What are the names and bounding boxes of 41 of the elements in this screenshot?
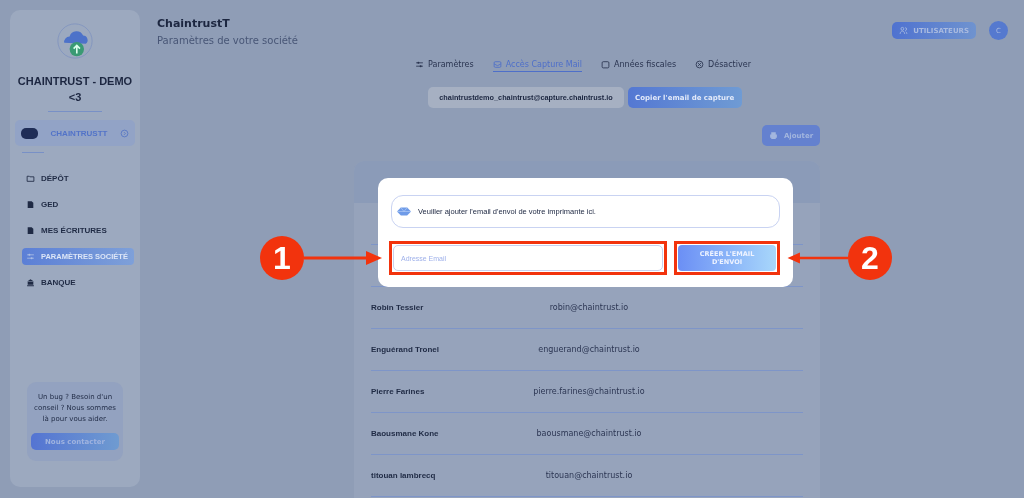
bank-icon — [26, 278, 35, 287]
table-cell-text: Enguérand Tronel — [371, 345, 440, 354]
nav-item[interactable]: DÉPÔT — [22, 170, 73, 187]
cancel-icon — [695, 60, 705, 69]
tab[interactable]: Accès Capture Mail — [492, 60, 583, 72]
printer-icon — [768, 131, 778, 140]
table-cell-text: titouan@chaintrust.io — [544, 471, 634, 480]
tab[interactable]: Désactiver — [695, 60, 751, 72]
table-cell-text: baousmane@chaintrust.io — [535, 429, 643, 438]
page-subtitle: Paramètres de votre société — [157, 35, 299, 46]
cloud-upload-logo — [57, 23, 93, 59]
users-icon — [899, 26, 909, 35]
document-icon — [26, 226, 35, 235]
diamond-icon — [396, 206, 412, 217]
table-cell-text: titouan lambrecq — [371, 471, 437, 480]
step-badge: 1 — [260, 236, 304, 280]
nav-item[interactable]: MES ÉCRITURES — [22, 222, 111, 239]
document-icon — [26, 200, 35, 209]
table-cell-text: enguerand@chaintrust.io — [537, 345, 641, 354]
nav-item[interactable]: GED — [22, 196, 63, 213]
table-cell-text: Baousmane Kone — [371, 429, 440, 438]
sliders-icon — [26, 252, 35, 261]
company-avatar — [21, 127, 38, 139]
arrow-icon — [304, 248, 384, 268]
company-selector[interactable]: CHAINTRUSTT — [15, 120, 135, 146]
nav-item[interactable]: BANQUE — [22, 274, 80, 291]
page-title: ChaintrustT — [157, 17, 231, 30]
step-badge: 2 — [848, 236, 892, 280]
table-cell-text: Robin Tessier — [371, 303, 425, 312]
mail-icon — [492, 60, 502, 69]
tab[interactable]: Années fiscales — [601, 60, 677, 72]
table-cell-text: pierre.farines@chaintrust.io — [532, 387, 646, 396]
company-name: CHAINTRUST - DEMO <3 — [16, 74, 134, 105]
company-label: CHAINTRUSTT — [49, 128, 109, 138]
table-cell-text: Pierre Farines — [371, 387, 426, 396]
tab[interactable]: Paramètres — [415, 60, 474, 72]
chevron-icon — [120, 128, 129, 138]
sliders-icon — [415, 60, 425, 69]
table-cell-text: robin@chaintrust.io — [548, 303, 630, 312]
calendar-icon — [601, 60, 611, 69]
folder-icon — [26, 174, 35, 183]
